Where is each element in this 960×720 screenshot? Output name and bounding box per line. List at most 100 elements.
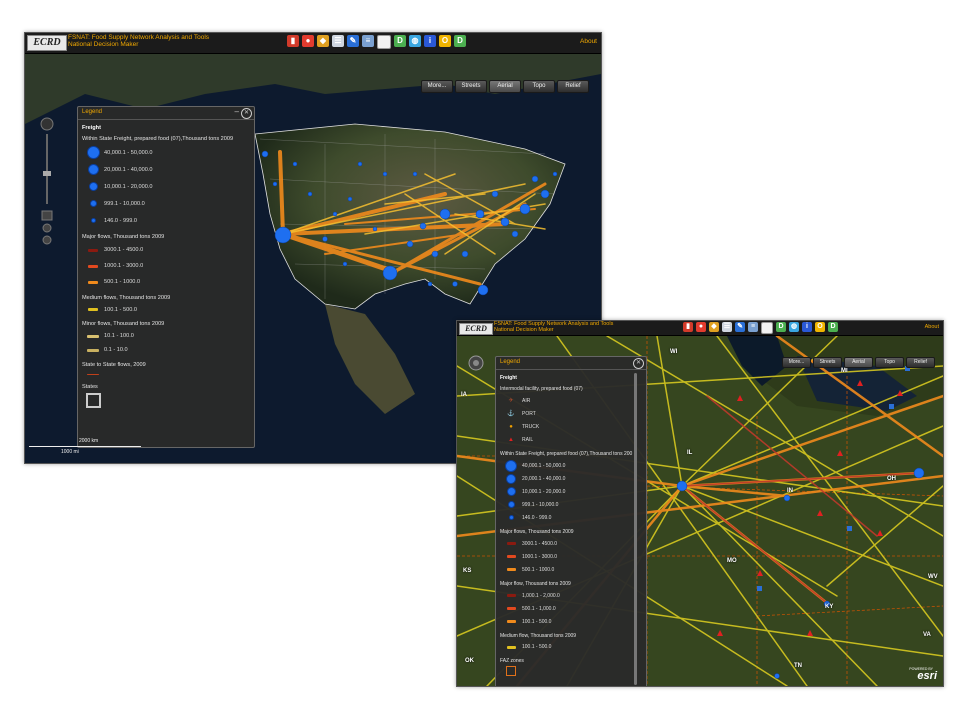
flow-line-symbol bbox=[82, 374, 104, 375]
flow-arrow-icon bbox=[82, 348, 104, 352]
legend-panel: Legend – ✕ Freight Within State Freight,… bbox=[77, 106, 255, 448]
legend-row-label: 1000.1 - 3000.0 bbox=[522, 553, 558, 560]
basemap-button-streets[interactable]: Streets bbox=[813, 357, 842, 368]
legend-row: 3000.1 - 4500.0 bbox=[500, 537, 642, 550]
legend-row-label: 3000.1 - 4500.0 bbox=[104, 247, 144, 253]
legend-row-label: 10,000.1 - 20,000.0 bbox=[104, 183, 153, 190]
legend-medium-list: 100.1 - 500.0 bbox=[82, 303, 250, 316]
basemap-button-topo[interactable]: Topo bbox=[875, 357, 904, 368]
stack-icon[interactable]: ≡ bbox=[748, 322, 758, 332]
legend-row: ✈ AIR bbox=[500, 394, 642, 407]
info-icon[interactable]: i bbox=[802, 322, 812, 332]
circle-symbol-icon bbox=[500, 459, 522, 472]
legend-section-title: Freight bbox=[500, 375, 517, 381]
app-title: FSNAT: Food Supply Network Analysis and … bbox=[68, 34, 209, 49]
flow-bar-icon bbox=[88, 308, 98, 311]
d-icon-2[interactable]: D bbox=[454, 35, 466, 47]
basemap-button-relief[interactable]: Relief bbox=[557, 80, 589, 93]
state-label-va: VA bbox=[923, 632, 931, 638]
legend-row-label: 146.0 - 999.0 bbox=[522, 514, 552, 521]
blank-icon[interactable] bbox=[761, 322, 773, 334]
legend-row-label: 40,000.1 - 50,000.0 bbox=[522, 462, 566, 469]
legend-row-label: 40,000.1 - 50,000.0 bbox=[104, 149, 153, 156]
rail-icon: ▲ bbox=[508, 436, 514, 443]
bookmark-icon[interactable]: ▮ bbox=[287, 35, 299, 47]
stop-icon[interactable]: ● bbox=[696, 322, 706, 332]
legend-row: 500.1 - 1000.0 bbox=[82, 274, 250, 290]
flow-arrow-icon bbox=[82, 264, 104, 268]
map-zoom-slider[interactable] bbox=[39, 116, 55, 246]
toolbar: ▮ ● ◆ ☰ ✎ ≡ D ◍ i O D bbox=[683, 322, 838, 334]
legend-body: Freight Intermodal facility, prepared fo… bbox=[496, 370, 646, 678]
tools-icon[interactable]: ✎ bbox=[347, 35, 359, 47]
legend-row: 1000.1 - 3000.0 bbox=[82, 258, 250, 274]
globe-icon[interactable]: ◍ bbox=[789, 322, 799, 332]
globe-icon[interactable]: ◍ bbox=[409, 35, 421, 47]
close-icon[interactable]: ✕ bbox=[633, 358, 644, 369]
basemap-button-more[interactable]: More... bbox=[782, 357, 811, 368]
basemap-button-relief[interactable]: Relief bbox=[906, 357, 935, 368]
tools-icon[interactable]: ✎ bbox=[735, 322, 745, 332]
about-link[interactable]: About bbox=[925, 324, 939, 330]
d-icon-1[interactable]: D bbox=[394, 35, 406, 47]
basemap-button-aerial[interactable]: Aerial bbox=[844, 357, 873, 368]
map-window-regional: ECRD FSNAT: Food Supply Network Analysis… bbox=[456, 320, 944, 687]
facility-symbol: ▲ bbox=[500, 436, 522, 444]
app-title-line2: National Decision Maker bbox=[494, 326, 554, 333]
stack-icon[interactable]: ≡ bbox=[362, 35, 374, 47]
d-icon-1[interactable]: D bbox=[776, 322, 786, 332]
basemap-button-aerial[interactable]: Aerial bbox=[489, 80, 521, 93]
legend-section-title: Freight bbox=[82, 125, 101, 131]
legend-row: 3000.1 - 4500.0 bbox=[82, 242, 250, 258]
flow-bar-icon bbox=[506, 542, 516, 545]
legend-scrollbar[interactable] bbox=[634, 373, 637, 685]
basemap-button-more[interactable]: More... bbox=[421, 80, 453, 93]
list-icon[interactable]: ☰ bbox=[332, 35, 344, 47]
state-label-mo: MO bbox=[727, 558, 737, 564]
port-icon: ⚓ bbox=[507, 410, 515, 417]
flow-bar-icon bbox=[506, 645, 516, 649]
legend-body: Freight Within State Freight, prepared f… bbox=[78, 120, 254, 410]
map-canvas[interactable]: WI MI IA IL IN OH KS MO KY WV VA OK TN M… bbox=[457, 336, 943, 686]
o-icon[interactable]: O bbox=[439, 35, 451, 47]
legend-row: ⚓ PORT bbox=[500, 407, 642, 420]
legend-row-label: AIR bbox=[522, 397, 531, 404]
flow-bar-icon bbox=[87, 348, 99, 352]
bookmark-icon[interactable]: ▮ bbox=[683, 322, 693, 332]
state-label-mi: MI bbox=[841, 368, 848, 374]
basemap-button-topo[interactable]: Topo bbox=[523, 80, 555, 93]
layers-icon[interactable]: ◆ bbox=[709, 322, 719, 332]
blank-icon[interactable] bbox=[377, 35, 391, 49]
blue-circle-icon bbox=[507, 501, 515, 508]
minimize-icon[interactable]: – bbox=[235, 107, 239, 116]
legend-minor-list: 10.1 - 100.0 0.1 - 10.0 bbox=[82, 329, 250, 357]
map-zoom-controls[interactable] bbox=[465, 352, 487, 412]
layers-icon[interactable]: ◆ bbox=[317, 35, 329, 47]
legend-row: 100.1 - 500.0 bbox=[500, 615, 642, 628]
basemap-button-streets[interactable]: Streets bbox=[455, 80, 487, 93]
legend-row: 100.1 - 500.0 bbox=[82, 303, 250, 316]
about-link[interactable]: About bbox=[580, 38, 597, 45]
flow-bar-icon bbox=[506, 607, 516, 610]
basemap-switcher: More... Streets Aerial Topo Relief bbox=[782, 357, 935, 368]
legend-row: 20,000.1 - 40,000.0 bbox=[500, 472, 642, 485]
circle-symbol-icon bbox=[500, 501, 522, 508]
legend-row: 999.1 - 10,000.0 bbox=[500, 498, 642, 511]
flow-arrow-icon bbox=[500, 568, 522, 571]
legend-row-label: PORT bbox=[522, 410, 536, 417]
flow-arrow-icon bbox=[82, 280, 104, 284]
close-icon[interactable]: ✕ bbox=[241, 108, 252, 119]
legend-row-label: 100.1 - 500.0 bbox=[522, 618, 552, 625]
o-icon[interactable]: O bbox=[815, 322, 825, 332]
d-icon-2[interactable]: D bbox=[828, 322, 838, 332]
legend-row: 20,000.1 - 40,000.0 bbox=[82, 161, 250, 178]
legend-row: 1000.1 - 3000.0 bbox=[500, 550, 642, 563]
state-label-oh: OH bbox=[887, 476, 896, 482]
circle-symbol-icon bbox=[82, 164, 104, 175]
legend-row-label: 20,000.1 - 40,000.0 bbox=[522, 475, 566, 482]
list-icon[interactable]: ☰ bbox=[722, 322, 732, 332]
stop-icon[interactable]: ● bbox=[302, 35, 314, 47]
ecrd-logo: ECRD bbox=[459, 323, 493, 335]
legend-panel: Legend ✕ Freight Intermodal facility, pr… bbox=[495, 356, 647, 686]
info-icon[interactable]: i bbox=[424, 35, 436, 47]
